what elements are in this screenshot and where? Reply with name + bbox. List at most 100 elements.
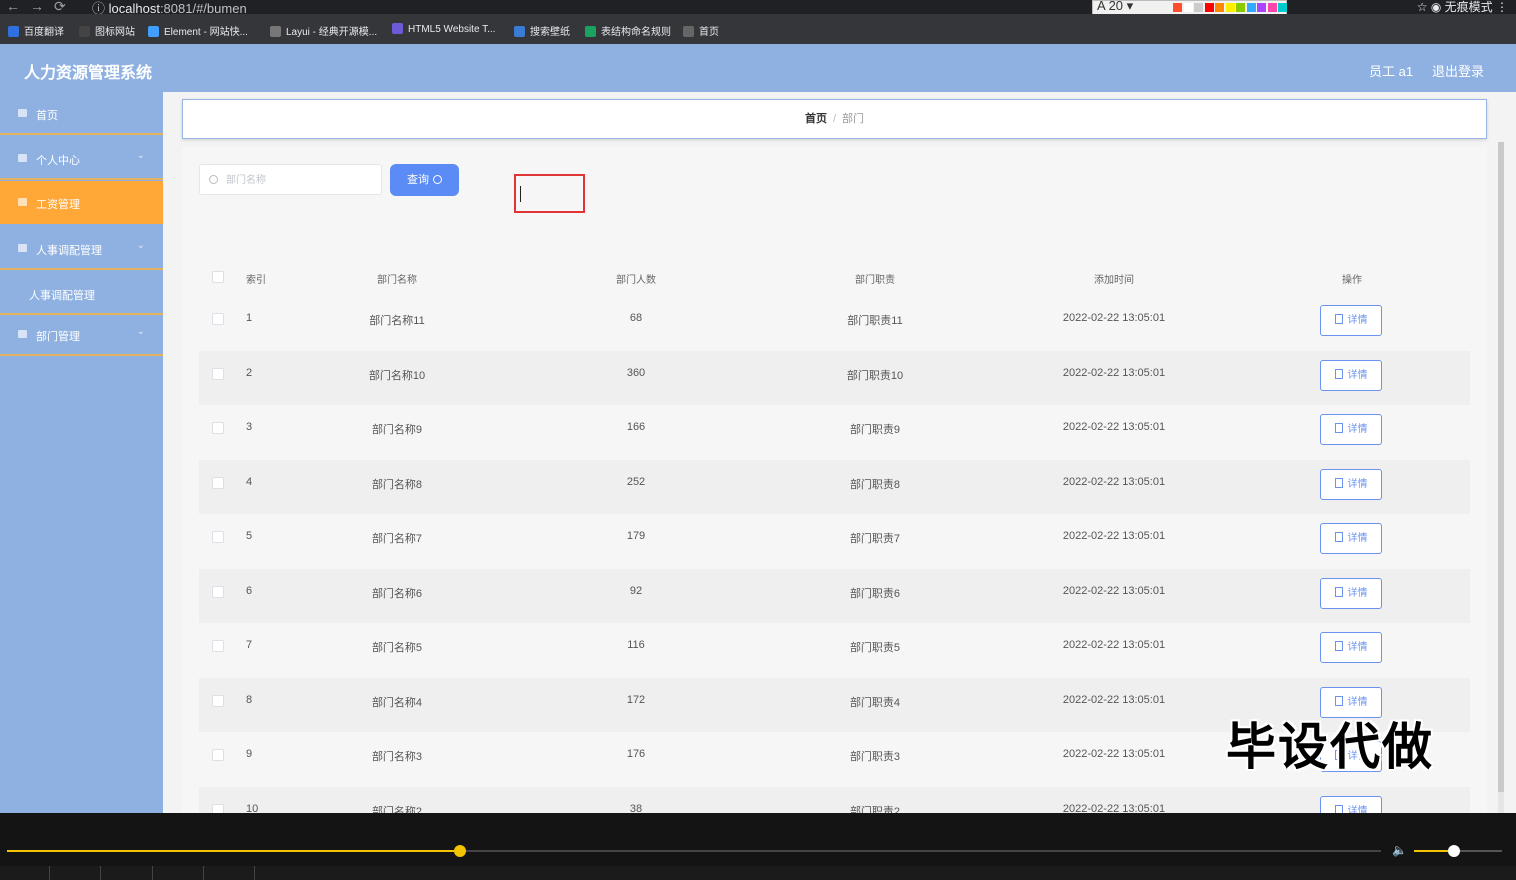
row-checkbox[interactable]: [212, 367, 224, 380]
detail-button[interactable]: 详情: [1320, 523, 1382, 554]
text-cursor: [520, 186, 521, 202]
detail-button[interactable]: 详情: [1320, 795, 1382, 813]
bookmark-label: 搜索壁纸: [530, 27, 570, 38]
cell-time: 2022-02-22 13:05:01: [1062, 693, 1166, 706]
query-button[interactable]: 查询: [390, 164, 459, 196]
detail-button[interactable]: 详情: [1320, 414, 1382, 445]
color-swatch[interactable]: [1194, 3, 1203, 12]
detail-button[interactable]: 详情: [1320, 359, 1382, 391]
volume-slider[interactable]: [1414, 845, 1502, 857]
detail-button[interactable]: 详情: [1320, 632, 1382, 663]
app-title: 人力资源管理系统: [24, 65, 153, 82]
document-icon: [1334, 804, 1343, 813]
font-size-select[interactable]: A 20 ▾: [1097, 0, 1133, 14]
cell-count: 92: [629, 584, 643, 597]
cell-duty: 部门职责7: [849, 533, 901, 545]
sidebar-item[interactable]: 个人中心 ⌄: [0, 137, 163, 180]
bookmark-item[interactable]: 百度翻译: [8, 23, 64, 38]
query-label: 查询: [407, 174, 429, 186]
row-checkbox[interactable]: [212, 585, 224, 598]
detail-button[interactable]: 详情: [1320, 305, 1382, 336]
bookmark-label: HTML5 Website T...: [408, 24, 496, 35]
logout-link[interactable]: 退出登录: [1432, 61, 1484, 80]
color-swatch[interactable]: [1215, 3, 1224, 12]
sidebar-item-label: 人事调配管理: [36, 245, 102, 257]
scrollbar-thumb[interactable]: [1498, 142, 1504, 792]
cell-duty: 部门职责3: [849, 751, 901, 763]
cell-time: 2022-02-22 13:05:01: [1062, 366, 1166, 379]
row-checkbox[interactable]: [212, 313, 224, 325]
user-label[interactable]: 员工 a1: [1369, 61, 1413, 80]
detail-label: 详情: [1347, 696, 1368, 708]
cell-name: 部门名称5: [371, 642, 423, 654]
row-checkbox[interactable]: [212, 694, 224, 707]
color-swatch[interactable]: [1204, 3, 1214, 12]
color-swatch[interactable]: [1278, 3, 1287, 12]
cell-duty: 部门职责11: [847, 315, 903, 327]
app-header: 人力资源管理系统 员工 a1 退出登录: [0, 44, 1516, 92]
sidebar-item[interactable]: 部门管理 ⌄: [0, 313, 163, 356]
table-header: 索引 部门名称 部门人数 部门职责 添加时间 操作: [199, 258, 1470, 296]
sidebar-item[interactable]: 人事调配管理 ⌄: [0, 227, 163, 270]
row-checkbox[interactable]: [212, 749, 224, 761]
chevron-down-icon: ⌄: [136, 240, 145, 251]
cell-duty: 部门职责5: [849, 642, 901, 654]
bookmark-item[interactable]: Layui - 经典开源模...: [270, 23, 377, 38]
cell-time: 2022-02-22 13:05:01: [1062, 475, 1166, 488]
color-swatch[interactable]: [1246, 3, 1256, 12]
color-swatch[interactable]: [1173, 3, 1182, 12]
volume-knob[interactable]: [1447, 845, 1460, 857]
breadcrumb: 首页 / 部门: [182, 99, 1487, 139]
row-checkbox[interactable]: [212, 640, 224, 652]
bookmark-icon: [8, 26, 19, 37]
detail-label: 详情: [1347, 533, 1368, 544]
select-all-checkbox[interactable]: [212, 271, 224, 283]
bookmark-item[interactable]: HTML5 Website T...: [392, 23, 495, 35]
progress-fill: [7, 850, 461, 852]
color-swatch[interactable]: [1257, 3, 1266, 12]
sidebar-item[interactable]: 工资管理: [0, 181, 163, 224]
row-checkbox[interactable]: [212, 531, 224, 543]
cell-time: 2022-02-22 13:05:01: [1062, 748, 1166, 760]
cell-index: 3: [246, 421, 253, 433]
bookmark-label: 百度翻译: [24, 27, 64, 38]
row-checkbox[interactable]: [212, 476, 224, 489]
main-area: 首页/部门 查询 索引 部门名称 部门人数 部门职责 添加时间 操作 1部门名: [163, 92, 1506, 813]
bookmark-item[interactable]: 表结构命名规则: [585, 23, 671, 38]
bookmark-icon: [79, 26, 90, 37]
color-swatch[interactable]: [1183, 3, 1193, 12]
cell-count: 166: [626, 421, 646, 433]
nav-buttons[interactable]: ←→⟳: [6, 0, 76, 15]
cell-duty: 部门职责10: [846, 369, 904, 382]
annotation-text-box[interactable]: [514, 174, 585, 213]
table-row: 10 部门名称2 38 部门职责2 2022-02-22 13:05:01 详情: [199, 786, 1470, 813]
row-checkbox[interactable]: [212, 422, 224, 434]
search-field[interactable]: [199, 164, 382, 196]
document-icon: [1334, 368, 1343, 379]
detail-button[interactable]: 详情: [1320, 577, 1382, 609]
row-checkbox[interactable]: [212, 803, 224, 813]
sidebar-item-label: 人事调配管理: [29, 290, 95, 302]
breadcrumb-home[interactable]: 首页: [805, 113, 827, 125]
sidebar-item[interactable]: 人事调配管理: [0, 272, 163, 315]
bookmark-icon: [270, 26, 281, 37]
menu-icon: [18, 109, 27, 117]
progress-knob[interactable]: [454, 845, 467, 857]
sidebar-item[interactable]: 首页: [0, 92, 163, 135]
volume-icon[interactable]: 🔈: [1392, 843, 1407, 857]
search-input[interactable]: [224, 165, 378, 196]
color-swatch[interactable]: [1267, 3, 1277, 12]
bookmark-item[interactable]: 搜索壁纸: [514, 23, 570, 38]
chevron-down-icon: ⌄: [136, 150, 145, 161]
cell-count: 176: [626, 748, 646, 760]
bookmark-item[interactable]: 图标网站: [79, 23, 135, 38]
page-scrollbar[interactable]: [1498, 142, 1504, 813]
bookmark-item[interactable]: 首页: [683, 23, 719, 38]
color-swatch[interactable]: [1236, 3, 1245, 12]
color-swatch[interactable]: [1225, 3, 1235, 12]
cell-index: 9: [246, 748, 253, 760]
progress-bar[interactable]: [7, 845, 1381, 857]
cell-name: 部门名称3: [371, 751, 423, 763]
detail-button[interactable]: 详情: [1320, 468, 1382, 500]
bookmark-item[interactable]: Element - 网站快...: [148, 23, 248, 38]
